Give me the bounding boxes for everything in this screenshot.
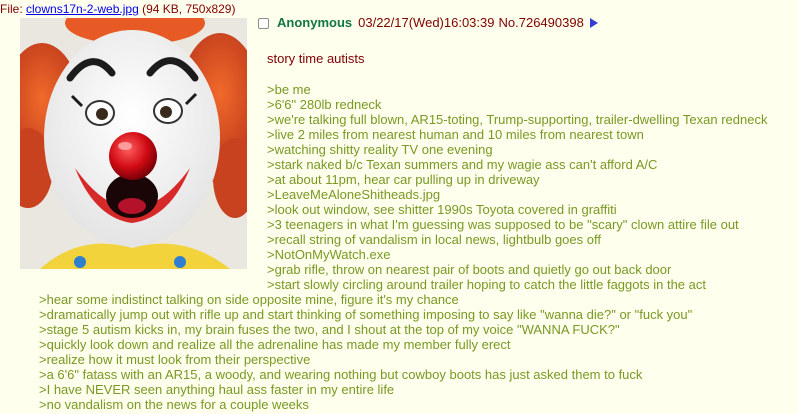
greentext-line: >realize how it must look from their per… [39, 352, 311, 367]
file-meta: (94 KB, 750x829) [138, 2, 236, 16]
greentext-line: >grab rifle, throw on nearest pair of bo… [267, 262, 672, 277]
post-image[interactable] [20, 18, 247, 269]
clown-image [20, 18, 247, 269]
greentext-line: >stage 5 autism kicks in, my brain fuses… [39, 322, 620, 337]
greentext-line: >we're talking full blown, AR15-toting, … [267, 112, 768, 127]
post-number[interactable]: No.726490398 [499, 14, 584, 32]
greentext-line: >LeaveMeAloneShitheads.jpg [267, 187, 441, 202]
greentext-line: >stark naked b/c Texan summers and my wa… [267, 157, 658, 172]
greentext-line: >hear some indistinct talking on side op… [39, 292, 459, 307]
file-link[interactable]: clowns17n-2-web.jpg [26, 2, 139, 16]
post-header: Anonymous 03/22/17(Wed)16:03:39 No.72649… [258, 14, 598, 32]
poster-name: Anonymous [277, 15, 353, 30]
greentext-line: >dramatically jump out with rifle up and… [39, 307, 693, 322]
greentext-line: >I have NEVER seen anything haul ass fas… [39, 382, 395, 397]
greentext-line: >NotOnMyWatch.exe [267, 247, 391, 262]
greentext-line: >3 teenagers in what I'm guessing was su… [267, 217, 739, 232]
greentext-line: >watching shitty reality TV one evening [267, 142, 493, 157]
greentext-line: >look out window, see shitter 1990s Toyo… [267, 202, 617, 217]
greentext-line: >at about 11pm, hear car pulling up in d… [267, 172, 540, 187]
greentext-line: >6'6" 280lb redneck [267, 97, 382, 112]
file-info: File: clowns17n-2-web.jpg (94 KB, 750x82… [0, 0, 235, 18]
greentext-line: >no vandalism on the news for a couple w… [39, 397, 309, 412]
post-datetime: 03/22/17(Wed)16:03:39 [358, 15, 495, 30]
greentext-line: >a 6'6" fatass with an AR15, a woody, an… [39, 367, 643, 382]
file-label: File: [0, 2, 27, 16]
greentext-line: >live 2 miles from nearest human and 10 … [267, 127, 644, 142]
post-checkbox[interactable] [258, 17, 269, 29]
greentext-line: >quickly look down and realize all the a… [39, 337, 511, 352]
post-subject-line: story time autists [267, 51, 365, 66]
post-menu-arrow-icon[interactable] [589, 18, 598, 28]
greentext-line: >be me [267, 82, 311, 97]
greentext-line: >recall string of vandalism in local new… [267, 232, 601, 247]
greentext-line: >start slowly circling around trailer ho… [267, 277, 706, 292]
